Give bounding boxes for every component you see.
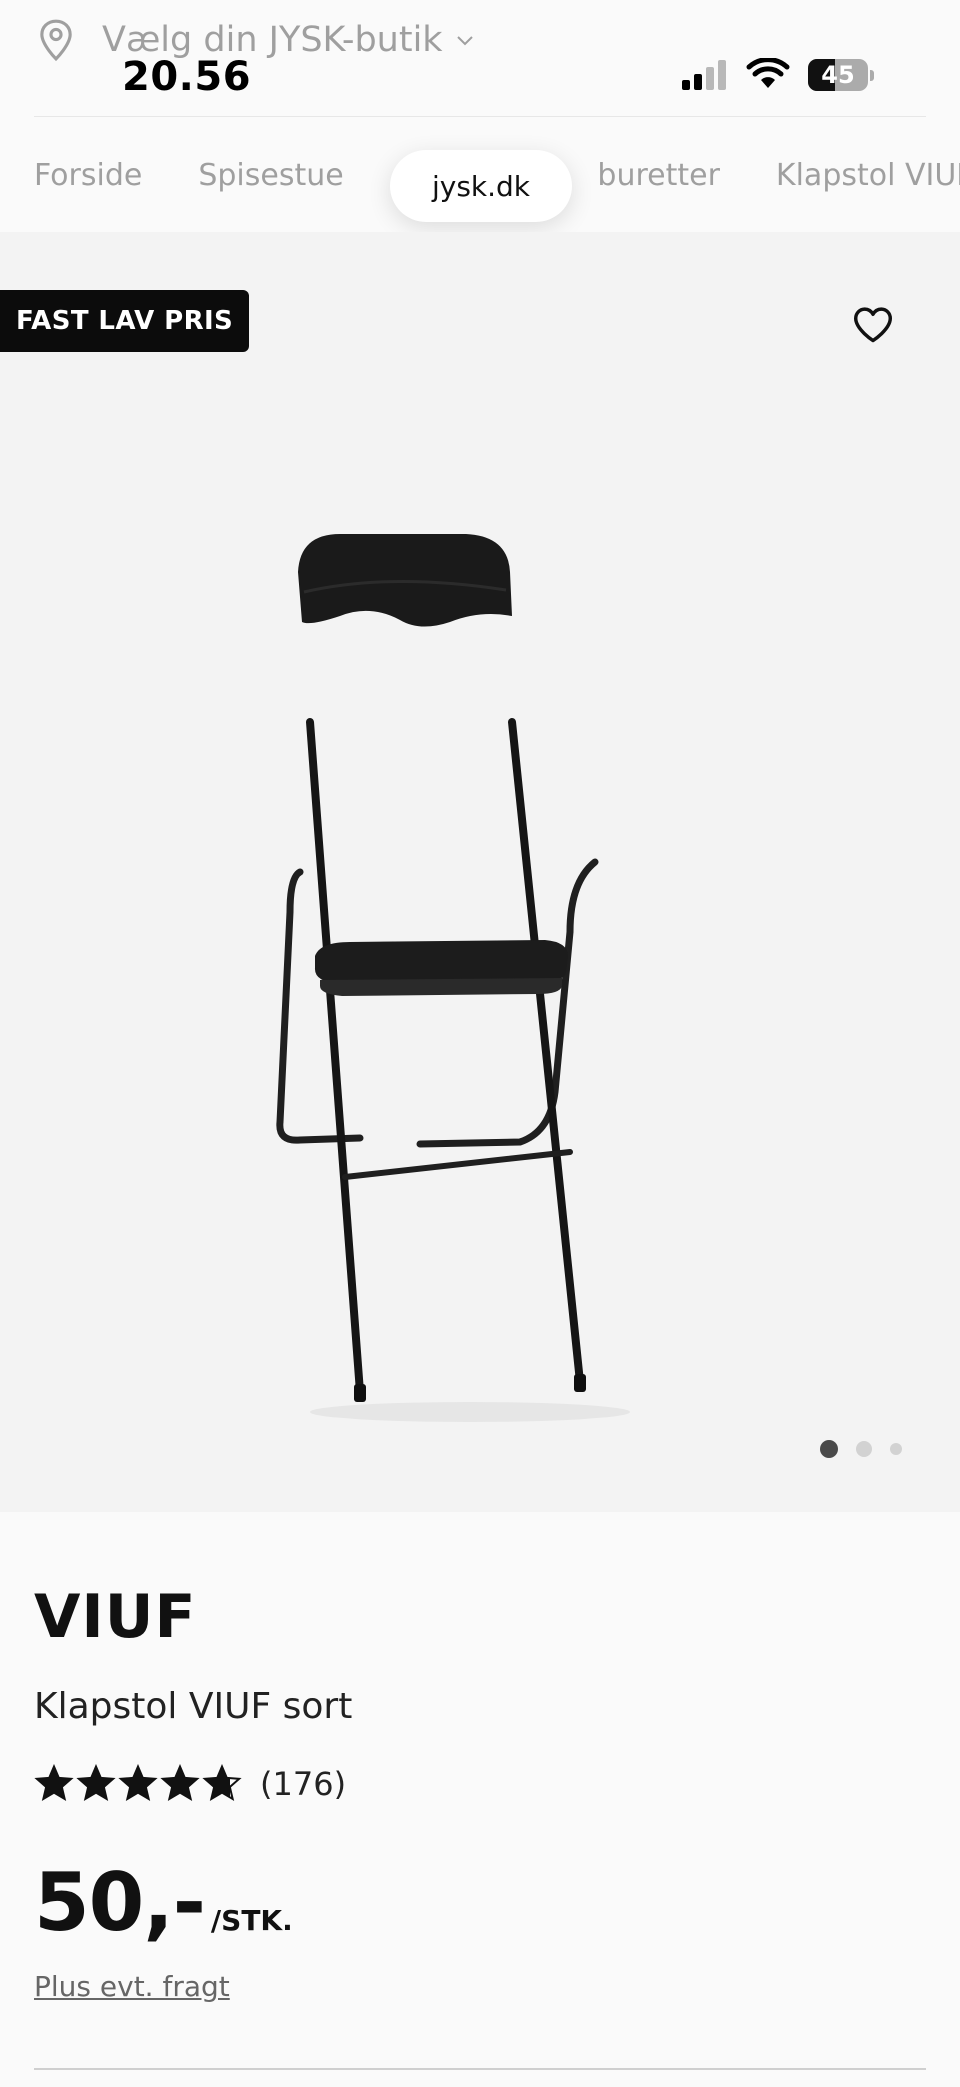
status-time: 20.56	[122, 54, 252, 100]
product-price: 50,- /STK.	[34, 1856, 293, 1949]
star-icon	[160, 1764, 200, 1802]
heart-outline-icon[interactable]	[852, 306, 894, 344]
product-image-gallery[interactable]: FAST LAV PRIS	[0, 232, 960, 1512]
top-bar: Vælg din JYSK-butik 20.56 45 Forside Spi…	[0, 0, 960, 232]
star-icon	[34, 1764, 74, 1802]
battery-percent: 45	[821, 61, 855, 89]
cellular-signal-icon	[682, 60, 726, 90]
star-icon	[118, 1764, 158, 1802]
section-divider	[34, 2068, 926, 2070]
review-count[interactable]: (176)	[260, 1765, 346, 1803]
product-image-folding-chair	[276, 534, 630, 1422]
star-icon	[202, 1764, 242, 1802]
price-badge-label: FAST LAV PRIS	[16, 306, 234, 336]
battery-indicator: 45	[808, 59, 874, 91]
location-pin-icon	[40, 19, 72, 62]
store-selector[interactable]: Vælg din JYSK-butik	[36, 18, 477, 62]
product-name: Klapstol VIUF sort	[34, 1686, 353, 1727]
wifi-icon	[746, 58, 790, 88]
star-icon	[76, 1764, 116, 1802]
gallery-dot[interactable]	[890, 1443, 902, 1455]
shipping-note-link[interactable]: Plus evt. fragt	[34, 1970, 230, 2003]
top-divider	[34, 116, 926, 117]
breadcrumb-item-spisestue[interactable]: Spisestue	[198, 158, 343, 193]
gallery-pagination	[802, 1440, 902, 1458]
url-domain: jysk.dk	[431, 169, 531, 203]
product-brand: VIUF	[34, 1582, 197, 1652]
url-bar[interactable]: jysk.dk	[390, 150, 572, 222]
breadcrumb-item-forside[interactable]: Forside	[34, 158, 142, 193]
gallery-dot[interactable]	[820, 1440, 838, 1458]
price-amount: 50,-	[34, 1856, 206, 1949]
gallery-dot[interactable]	[856, 1441, 872, 1457]
status-icons: 45	[680, 58, 874, 92]
breadcrumb-item-category-end[interactable]: buretter	[597, 158, 720, 193]
rating-stars	[34, 1764, 244, 1804]
battery-body: 45	[808, 59, 868, 91]
breadcrumb-item-current: Klapstol VIUF s	[775, 158, 960, 193]
chevron-down-icon	[456, 36, 473, 46]
price-badge: FAST LAV PRIS	[0, 290, 250, 352]
price-unit: /STK.	[210, 1904, 293, 1937]
battery-nub	[870, 69, 874, 81]
product-rating[interactable]: (176)	[34, 1764, 346, 1804]
